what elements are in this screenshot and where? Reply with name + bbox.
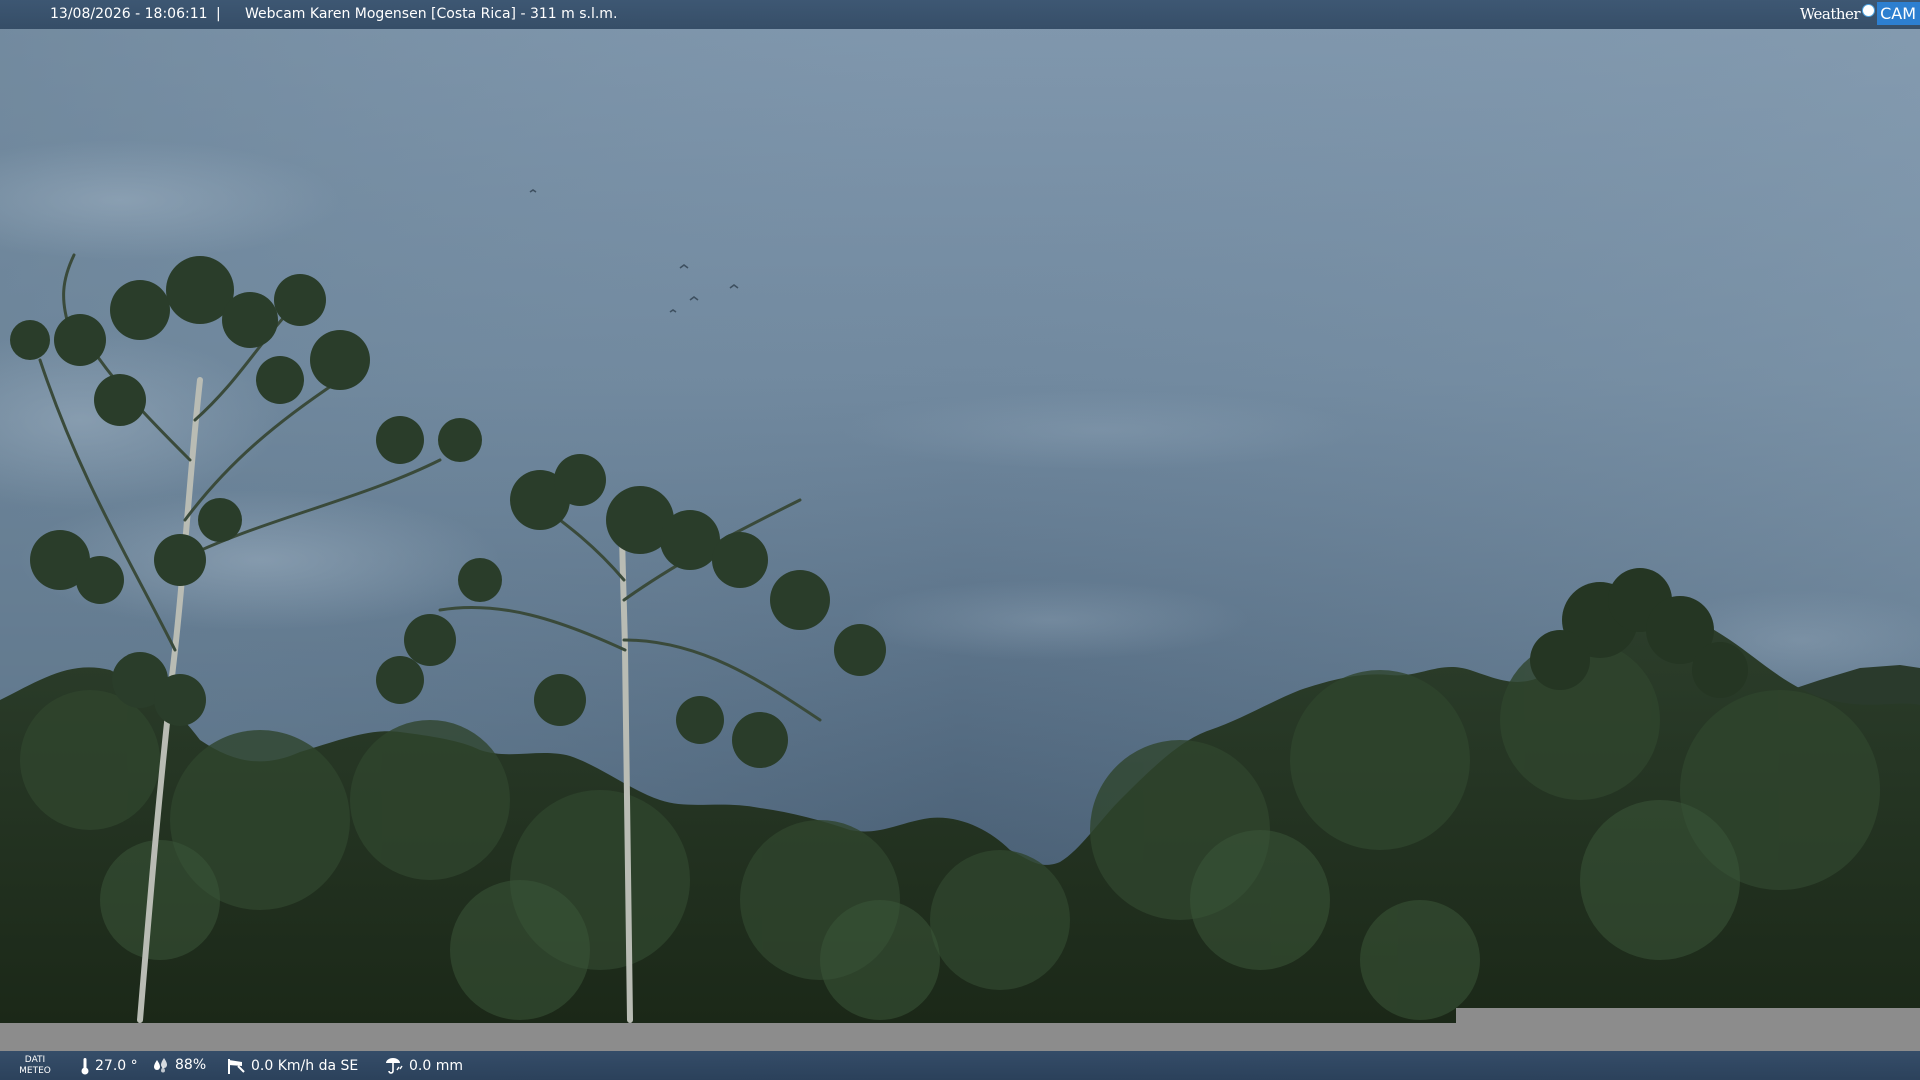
humidity-reading: 88% [152, 1057, 206, 1073]
logo-dot-icon [1862, 4, 1876, 17]
rain-gauge-icon [386, 1058, 403, 1074]
header-separator: | [216, 6, 221, 22]
humidity-value: 88% [175, 1057, 207, 1073]
wind-value: 0.0 Km/h da SE [251, 1058, 359, 1074]
image-strip-notch [1456, 1008, 1920, 1024]
logo-cam-text: CAM [1877, 2, 1920, 25]
rain-reading: 0.0 mm [384, 1057, 463, 1075]
logo-weather-text: Weather [1799, 4, 1861, 23]
camera-title: Webcam Karen Mogensen [Costa Rica] - 311… [245, 6, 618, 22]
webcam-frame: 13/08/2026 - 18:06:11 | Webcam Karen Mog… [0, 0, 1920, 1080]
wind-sock-icon [228, 1059, 245, 1074]
temperature-value: 27.0 ° [95, 1058, 138, 1074]
temperature-reading: 27.0 ° [80, 1057, 138, 1075]
humidity-drops-icon [154, 1058, 167, 1073]
weather-data-label-line1: DATI [24, 1055, 46, 1065]
timestamp: 13/08/2026 - 18:06:11 [50, 6, 208, 22]
wind-reading: 0.0 Km/h da SE [226, 1057, 358, 1075]
webcam-image [0, 0, 1920, 1080]
thermometer-icon [81, 1058, 89, 1075]
weather-data-label: DATI METEO [18, 1055, 52, 1077]
weather-data-label-line2: METEO [19, 1066, 51, 1076]
image-strip [0, 1023, 1920, 1051]
weathercam-logo[interactable]: Weather CAM [1800, 0, 1920, 27]
weather-data-bar: DATI METEO 27.0 ° 88% 0.0 Km/h da SE 0.0… [0, 1051, 1920, 1080]
rain-value: 0.0 mm [409, 1058, 463, 1074]
header-bar: 13/08/2026 - 18:06:11 | Webcam Karen Mog… [0, 0, 1920, 29]
